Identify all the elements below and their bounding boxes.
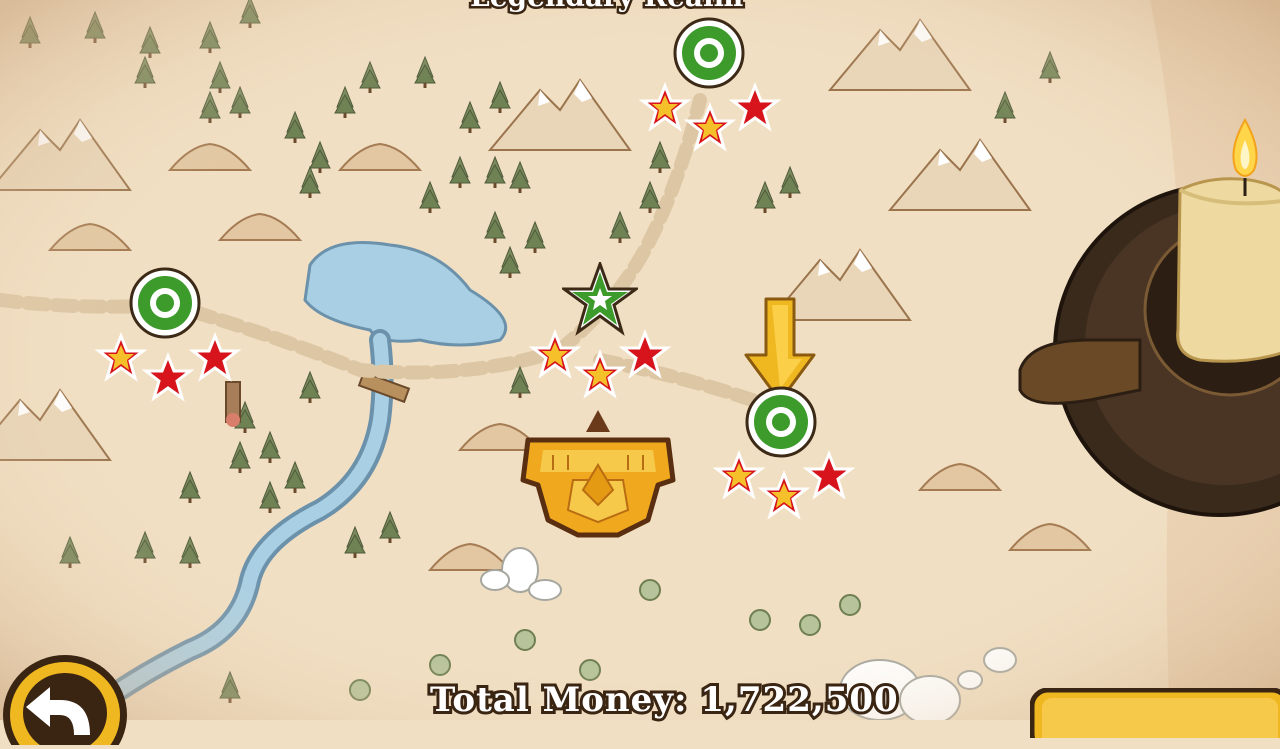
star-empty-icon — [618, 328, 672, 379]
stars-level-north — [637, 82, 787, 162]
star-filled-icon — [141, 351, 195, 402]
stars-level-center — [525, 325, 675, 405]
back-button[interactable] — [0, 645, 140, 749]
star-filled-icon — [712, 449, 766, 500]
star-filled-icon — [757, 469, 811, 520]
stars-level-current — [709, 448, 859, 528]
level-node-north[interactable] — [671, 15, 747, 91]
star-empty-icon — [802, 449, 856, 500]
star-filled-icon — [683, 101, 737, 152]
money-label: Total Money: — [427, 677, 690, 723]
star-filled-icon — [94, 331, 148, 382]
star-filled-icon — [528, 328, 582, 379]
candle-icon — [1000, 100, 1280, 520]
star-filled-icon — [573, 348, 627, 399]
star-empty-icon — [188, 331, 242, 382]
total-money: Total Money: 1,722,500 — [427, 677, 901, 723]
star-filled-icon — [638, 82, 692, 132]
bottom-right-button[interactable] — [1029, 687, 1280, 749]
money-value: 1,722,500 — [697, 677, 900, 723]
golden-fortress-icon[interactable] — [518, 410, 680, 540]
map-title: Legendary Realm — [467, 0, 745, 16]
star-empty-icon — [728, 82, 782, 132]
stars-level-west — [93, 330, 243, 410]
